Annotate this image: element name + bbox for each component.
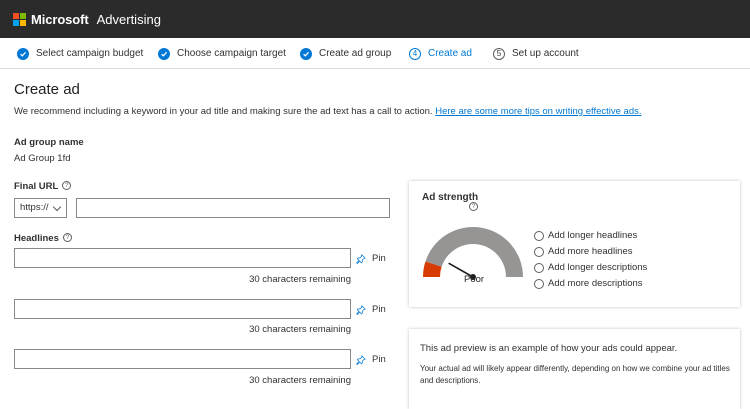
headline-2-remaining: 30 characters remaining bbox=[249, 324, 351, 335]
ad-strength-title-text: Ad strength bbox=[422, 192, 479, 203]
headline-1-remaining: 30 characters remaining bbox=[249, 274, 351, 285]
step-create-ad-group[interactable]: Create ad group bbox=[300, 38, 391, 69]
help-icon[interactable]: ? bbox=[62, 181, 72, 190]
final-url-input[interactable] bbox=[76, 198, 390, 218]
ad-strength-rating: Poor bbox=[464, 274, 485, 285]
step-label: Create ad bbox=[428, 48, 472, 59]
radio-icon bbox=[534, 230, 544, 241]
step-select-campaign-budget[interactable]: Select campaign budget bbox=[17, 38, 143, 69]
ad-strength-title: Ad strength bbox=[422, 192, 478, 203]
progress-steps: Select campaign budget Choose campaign t… bbox=[0, 38, 750, 69]
preview-heading: This ad preview is an example of how you… bbox=[420, 343, 678, 354]
check-icon bbox=[158, 47, 170, 60]
pin-label: Pin bbox=[372, 304, 386, 315]
protocol-value: https:// bbox=[20, 202, 49, 213]
headline-2-input[interactable] bbox=[14, 299, 351, 319]
suggestion-more-descriptions: Add more descriptions bbox=[534, 278, 643, 289]
final-url-label: Final URL? bbox=[14, 181, 72, 192]
check-icon bbox=[300, 47, 312, 60]
protocol-select[interactable]: https:// bbox=[14, 198, 67, 218]
help-icon[interactable]: ? bbox=[62, 233, 72, 242]
radio-icon bbox=[534, 278, 544, 289]
pin-icon bbox=[356, 304, 366, 315]
suggestion-longer-descriptions: Add longer descriptions bbox=[534, 262, 647, 273]
suggestion-more-headlines: Add more headlines bbox=[534, 246, 633, 257]
step-create-ad[interactable]: 4 Create ad bbox=[409, 38, 472, 69]
step-label: Set up account bbox=[512, 48, 579, 59]
ad-preview-card: This ad preview is an example of how you… bbox=[409, 329, 740, 409]
pin-icon bbox=[356, 354, 366, 365]
headline-1-pin-button[interactable]: Pin bbox=[356, 253, 386, 264]
suggestion-label: Add longer descriptions bbox=[548, 262, 648, 273]
headline-3-input[interactable] bbox=[14, 349, 351, 369]
check-icon bbox=[17, 47, 29, 60]
headlines-label-text: Headlines bbox=[14, 233, 59, 244]
headlines-label: Headlines? bbox=[14, 233, 72, 244]
ad-group-value: Ad Group 1fd bbox=[14, 153, 71, 164]
page-title: Create ad bbox=[14, 81, 80, 98]
final-url-label-text: Final URL bbox=[14, 181, 59, 192]
headline-2-pin-button[interactable]: Pin bbox=[356, 304, 386, 315]
suggestion-label: Add longer headlines bbox=[548, 230, 638, 241]
microsoft-logo-icon bbox=[13, 12, 26, 26]
step-set-up-account[interactable]: 5 Set up account bbox=[493, 38, 579, 69]
ad-strength-card: Ad strength ? Poor Add longer headlines … bbox=[409, 181, 740, 307]
step-label: Select campaign budget bbox=[36, 48, 144, 59]
ad-group-label: Ad group name bbox=[14, 137, 84, 148]
step-number-icon: 5 bbox=[493, 47, 505, 60]
headline-3-remaining: 30 characters remaining bbox=[249, 375, 351, 386]
chevron-down-icon bbox=[52, 202, 62, 212]
suggestion-label: Add more descriptions bbox=[548, 278, 643, 289]
radio-icon bbox=[534, 246, 544, 257]
suggestion-longer-headlines: Add longer headlines bbox=[534, 230, 637, 241]
step-choose-campaign-target[interactable]: Choose campaign target bbox=[158, 38, 286, 69]
pin-label: Pin bbox=[372, 354, 386, 365]
intro-text: We recommend including a keyword in your… bbox=[14, 106, 642, 117]
headline-1-input[interactable] bbox=[14, 248, 351, 268]
preview-subtext: Your actual ad will likely appear differ… bbox=[420, 364, 730, 385]
step-label: Choose campaign target bbox=[177, 48, 286, 59]
pin-label: Pin bbox=[372, 253, 386, 264]
suggestion-label: Add more headlines bbox=[548, 246, 633, 257]
tips-link[interactable]: Here are some more tips on writing effec… bbox=[435, 106, 641, 117]
step-number-icon: 4 bbox=[409, 47, 421, 60]
help-icon[interactable]: ? bbox=[469, 202, 478, 211]
top-bar: Microsoft Advertising bbox=[0, 0, 750, 38]
intro-sentence: We recommend including a keyword in your… bbox=[14, 106, 433, 117]
product-name: Advertising bbox=[96, 11, 161, 27]
step-label: Create ad group bbox=[319, 48, 392, 59]
brand-name: Microsoft bbox=[31, 11, 89, 27]
radio-icon bbox=[534, 262, 544, 273]
ad-strength-gauge bbox=[423, 227, 523, 280]
headline-3-pin-button[interactable]: Pin bbox=[356, 354, 386, 365]
pin-icon bbox=[356, 253, 366, 264]
